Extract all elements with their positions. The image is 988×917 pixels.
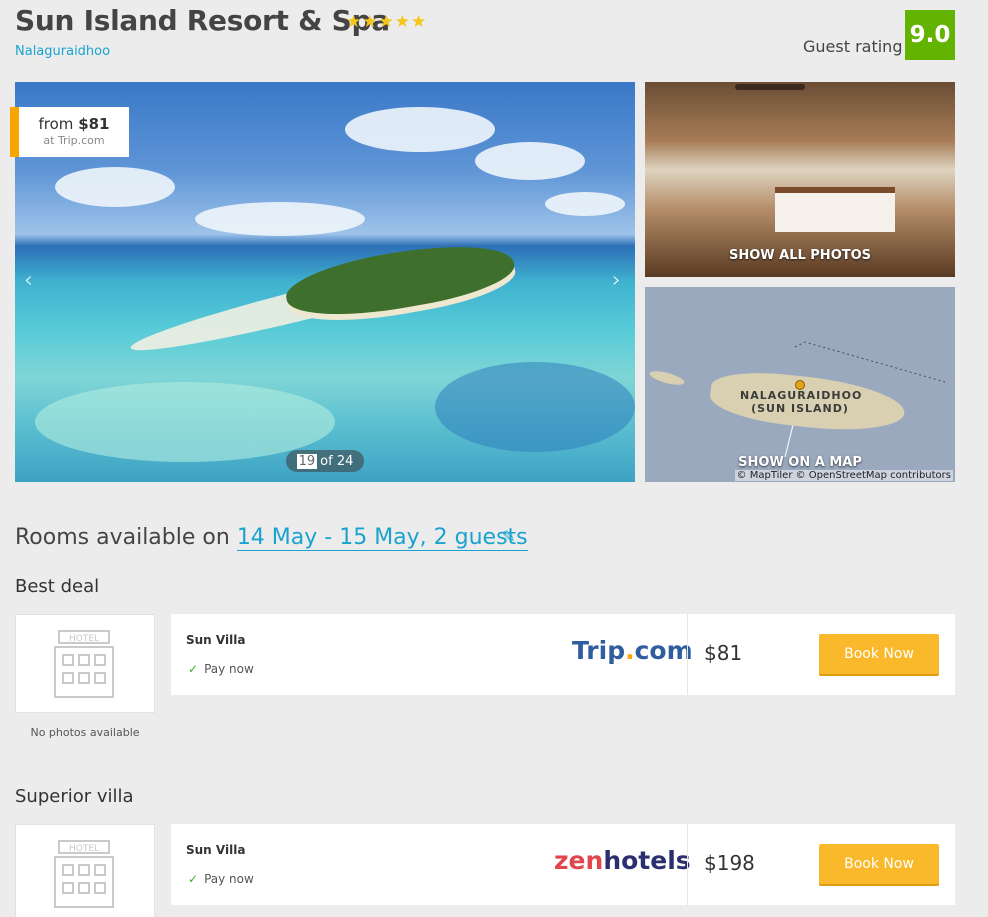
payment-label: Pay now (204, 872, 254, 886)
price-from-tag[interactable]: from $81 at Trip.com (10, 107, 129, 157)
hotel-placeholder-icon: HOTEL (54, 630, 114, 698)
photo-island (281, 232, 519, 328)
map-place-name: NALAGURAIDHOO (SUN ISLAND) (740, 389, 863, 415)
star-icon: ★ (346, 12, 362, 32)
rooms-heading: Rooms available on 14 May - 15 May, 2 gu… (15, 525, 528, 551)
photo-counter: 19 of 24 (286, 450, 364, 472)
hotel-placeholder-icon: HOTEL (54, 840, 114, 908)
star-icon: ★ (362, 12, 378, 32)
map-place-name-line2: (SUN ISLAND) (751, 402, 849, 415)
offer-price: $81 (704, 641, 742, 665)
photo-counter-current: 19 (296, 453, 318, 469)
photo-cloud (345, 107, 495, 152)
star-icon: ★ (411, 12, 427, 32)
location-link[interactable]: Nalaguraidhoo (15, 44, 110, 59)
offer-row[interactable]: Sun Villa ✓ Pay now Trip.com $81 Book Now (171, 614, 955, 695)
payment-label: Pay now (204, 662, 254, 676)
rooms-dates-link[interactable]: 14 May - 15 May, 2 guests (236, 525, 528, 551)
guest-rating-badge: 9.0 (905, 10, 955, 60)
price-amount: 81 (716, 641, 743, 665)
rooms-heading-prefix: Rooms available on (15, 525, 230, 550)
offer-price: $198 (704, 851, 755, 875)
photo-deep-water (435, 362, 635, 452)
photo-ceiling-fan (735, 84, 805, 90)
photo-cloud (195, 202, 365, 236)
photo-shallows (35, 382, 335, 462)
guest-rating-label: Guest rating (803, 37, 903, 56)
section-title-best-deal: Best deal (15, 576, 100, 597)
payment-info: ✓ Pay now (188, 662, 254, 676)
price-from-label: from (38, 115, 74, 133)
show-all-photos-tile[interactable]: SHOW ALL PHOTOS (645, 82, 955, 277)
star-icon: ★ (394, 12, 410, 32)
svg-text:HOTEL: HOTEL (69, 844, 99, 854)
photo-cloud (545, 192, 625, 216)
price-currency: $ (704, 641, 717, 665)
photo-cloud (55, 167, 175, 207)
map-credit[interactable]: © MapTiler © OpenStreetMap contributors (734, 470, 953, 481)
divider (687, 824, 688, 905)
price-from-text: from $81 (19, 115, 129, 133)
star-rating: ★ ★ ★ ★ ★ (346, 14, 426, 31)
price-from-provider: at Trip.com (43, 134, 105, 147)
room-thumbnail: HOTEL (15, 824, 155, 917)
provider-logo-trip-com: Trip.com (572, 636, 693, 665)
price-amount: 198 (716, 851, 755, 875)
map-tile[interactable]: NALAGURAIDHOO (SUN ISLAND) SHOW ON A MAP… (645, 287, 955, 482)
price-currency: $ (704, 851, 717, 875)
offer-room-name: Sun Villa (186, 843, 246, 857)
check-icon: ✓ (188, 662, 199, 676)
provider-logo-zenhotels: zenhotels (554, 846, 691, 875)
book-now-button[interactable]: Book Now (819, 844, 939, 884)
book-now-button[interactable]: Book Now (819, 634, 939, 674)
price-from-value: $81 (78, 115, 110, 133)
show-on-map-label: SHOW ON A MAP (738, 455, 862, 470)
star-icon: ★ (378, 12, 394, 32)
chevron-right-icon[interactable]: › (612, 270, 621, 292)
no-photo-text: No photos available (30, 726, 140, 739)
svg-text:HOTEL: HOTEL (69, 634, 99, 644)
divider (687, 614, 688, 695)
offer-row[interactable]: Sun Villa ✓ Pay now zenhotels $198 Book N… (171, 824, 955, 905)
offer-room-name: Sun Villa (186, 633, 246, 647)
map-place-name-line1: NALAGURAIDHOO (740, 389, 863, 402)
photo-bed (775, 187, 895, 232)
room-thumbnail: HOTEL (15, 614, 155, 713)
show-all-photos-label: SHOW ALL PHOTOS (728, 248, 872, 263)
photo-cloud (475, 142, 585, 180)
chevron-left-icon[interactable]: ‹ (24, 270, 33, 292)
pencil-icon[interactable]: ✎ (502, 527, 515, 546)
hotel-name: Sun Island Resort & Spa (15, 4, 390, 37)
photo-counter-total: of 24 (320, 453, 354, 469)
check-icon: ✓ (188, 872, 199, 886)
payment-info: ✓ Pay now (188, 872, 254, 886)
section-title-superior-villa: Superior villa (15, 786, 134, 807)
